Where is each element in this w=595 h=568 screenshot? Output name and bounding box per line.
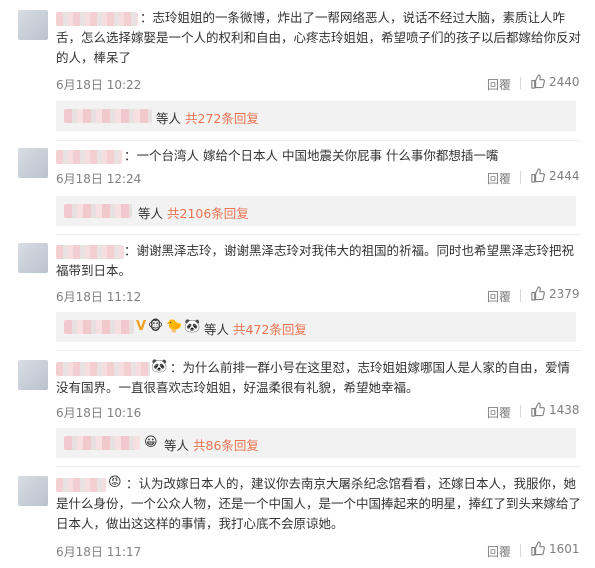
comment-text: ：认为改嫁日本人的，建议你去南京大屠杀纪念馆看看，还嫁日本人，我服你，她是什么身… bbox=[56, 476, 582, 531]
divider bbox=[56, 140, 581, 141]
divider bbox=[56, 350, 581, 351]
separator bbox=[520, 77, 521, 90]
thumbs-up-icon bbox=[531, 286, 545, 301]
separator bbox=[520, 405, 521, 418]
like-count: 2444 bbox=[549, 168, 580, 183]
avatar[interactable] bbox=[18, 243, 48, 273]
monkey-icon: 🐵 bbox=[148, 319, 164, 334]
reply-button[interactable]: 回覆 bbox=[487, 404, 511, 421]
grin-icon: 😀 bbox=[144, 435, 158, 450]
chick-icon: 🐤 bbox=[166, 319, 183, 334]
comment-time: 6月18日 12:24 bbox=[56, 172, 142, 186]
thumbs-up-icon bbox=[531, 541, 545, 556]
sub-reply-summary: 等人 共86条回复 bbox=[164, 435, 259, 454]
sub-reply-summary: 等人 共472条回复 bbox=[204, 319, 307, 338]
sub-reply-prefix: 等人 bbox=[138, 206, 164, 221]
sub-reply-box[interactable]: 等人 共2106条回复 bbox=[56, 196, 576, 226]
reply-user-names[interactable] bbox=[64, 320, 134, 334]
sub-reply-summary: 等人 共2106条回复 bbox=[138, 203, 249, 222]
avatar[interactable] bbox=[18, 476, 48, 506]
sub-reply-prefix: 等人 bbox=[204, 322, 230, 337]
comment-time: 6月18日 11:12 bbox=[56, 290, 142, 304]
divider bbox=[56, 466, 581, 467]
like-button[interactable]: 1601 bbox=[530, 541, 580, 556]
like-button[interactable]: 2440 bbox=[530, 74, 580, 89]
sub-reply-box[interactable]: 😀 等人 共86条回复 bbox=[56, 428, 576, 458]
sub-reply-prefix: 等人 bbox=[156, 111, 182, 126]
like-count: 2440 bbox=[549, 74, 580, 89]
separator bbox=[520, 289, 521, 302]
avatar[interactable] bbox=[18, 148, 48, 178]
sub-reply-prefix: 等人 bbox=[164, 438, 190, 453]
like-button[interactable]: 2379 bbox=[530, 286, 580, 301]
like-button[interactable]: 1438 bbox=[530, 402, 580, 417]
comment-time: 6月18日 11:17 bbox=[56, 545, 142, 559]
reply-button[interactable]: 回覆 bbox=[487, 288, 511, 305]
comment-time: 6月18日 10:16 bbox=[56, 406, 142, 420]
like-count: 1601 bbox=[549, 541, 580, 556]
reply-user-names[interactable] bbox=[64, 109, 152, 123]
sub-reply-count-link[interactable]: 共2106条回复 bbox=[167, 206, 249, 221]
thumbs-up-icon bbox=[531, 74, 545, 89]
reply-user-names[interactable] bbox=[64, 204, 132, 218]
comment-text: ：一个台湾人 嫁给个日本人 中国地震关你屁事 什么事你都想插一嘴 bbox=[124, 148, 499, 163]
sub-reply-box[interactable]: 等人 共272条回复 bbox=[56, 101, 576, 131]
reply-user-names[interactable] bbox=[64, 436, 140, 450]
comment-time: 6月18日 10:22 bbox=[56, 78, 142, 92]
divider bbox=[56, 234, 581, 235]
like-count: 1438 bbox=[549, 402, 580, 417]
avatar[interactable] bbox=[18, 360, 48, 390]
like-button[interactable]: 2444 bbox=[530, 168, 580, 183]
avatar[interactable] bbox=[18, 10, 48, 40]
sub-reply-box[interactable]: V 🐵 🐤 🐼 等人 共472条回复 bbox=[56, 312, 576, 342]
reply-button[interactable]: 回覆 bbox=[487, 543, 511, 560]
like-count: 2379 bbox=[549, 286, 580, 301]
reply-button[interactable]: 回覆 bbox=[487, 76, 511, 93]
thumbs-up-icon bbox=[531, 402, 545, 417]
separator bbox=[520, 544, 521, 557]
separator bbox=[520, 171, 521, 184]
comment-text: ：为什么前排一群小号在这里怼，志玲姐姐嫁哪国人是人家的自由，爱情没有国界。一直很… bbox=[56, 360, 571, 395]
comment-text: ：志玲姐姐的一条微博，炸出了一帮网络恶人，说话不经过大脑，素质让人咋舌，怎么选择… bbox=[56, 10, 582, 65]
badge-v-icon: V bbox=[136, 319, 147, 334]
panda-icon: 🐼 bbox=[184, 319, 201, 334]
sub-reply-count-link[interactable]: 共472条回复 bbox=[233, 322, 307, 337]
comment-text: ：谢谢黑泽志玲，谢谢黑泽志玲对我伟大的祖国的祈福。同时也希望黑泽志玲把祝福带到日… bbox=[56, 243, 575, 278]
reply-button[interactable]: 回覆 bbox=[487, 170, 511, 187]
sub-reply-count-link[interactable]: 共272条回复 bbox=[185, 111, 259, 126]
thumbs-up-icon bbox=[531, 168, 545, 183]
sub-reply-summary: 等人 共272条回复 bbox=[156, 108, 259, 127]
sub-reply-count-link[interactable]: 共86条回复 bbox=[193, 438, 259, 453]
